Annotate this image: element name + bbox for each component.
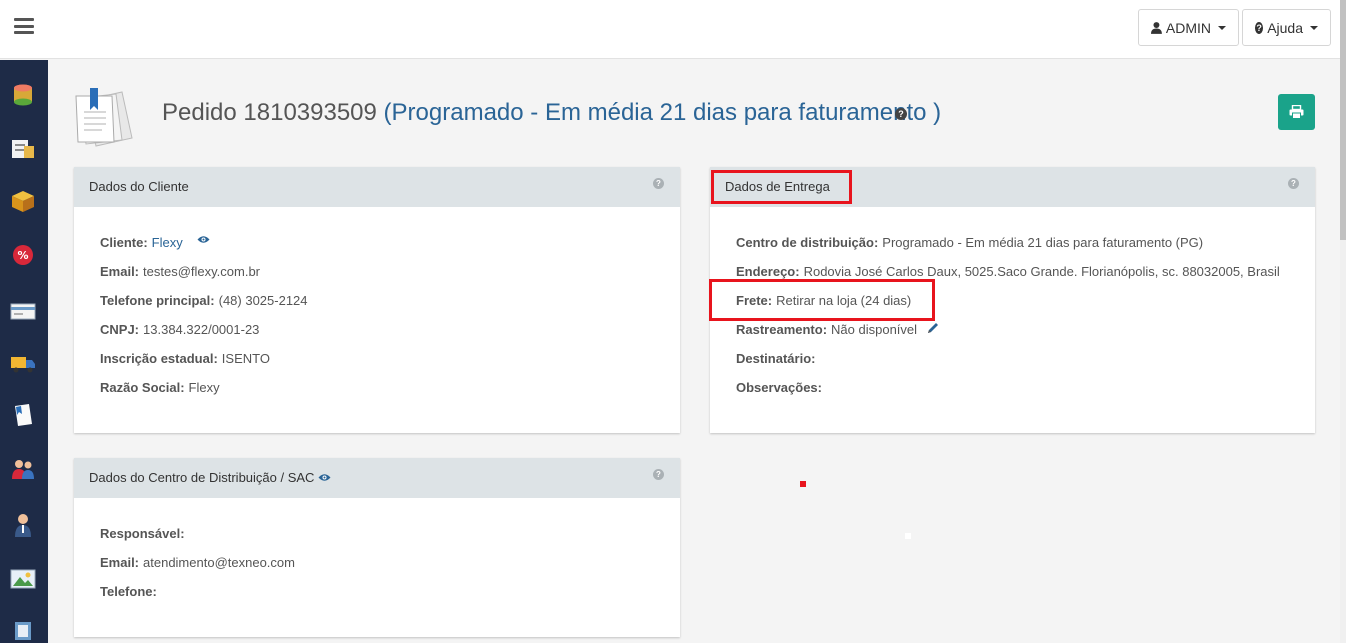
page-title: Pedido 1810393509 (Programado - Em média… — [162, 99, 941, 127]
admin-label: ADMIN — [1165, 19, 1211, 36]
panel-header: Dados do Centro de Distribuição / SAC ? — [74, 458, 680, 498]
banner-image-icon[interactable] — [10, 566, 36, 592]
distribution-center-row: Centro de distribuição: Programado - Em m… — [736, 235, 1204, 250]
panel-header: Dados do Cliente ? — [74, 167, 680, 207]
question-circle-icon[interactable]: ? — [653, 178, 664, 189]
customer-phone-row: Telefone principal: (48) 3025-2124 — [100, 293, 308, 308]
customer-state-registration-row: Inscrição estadual: ISENTO — [100, 351, 270, 366]
scrollbar-thumb[interactable] — [1340, 0, 1346, 240]
eye-icon[interactable] — [197, 235, 210, 244]
delivery-truck-icon[interactable] — [10, 350, 36, 376]
order-number: Pedido 1810393509 — [162, 99, 384, 126]
distribution-center-panel: Dados do Centro de Distribuição / SAC ? … — [74, 458, 680, 637]
observations-row: Observações: — [736, 380, 822, 395]
customer-name-row: Cliente: Flexy — [100, 235, 654, 264]
tracking-row: Rastreamento: Não disponível — [736, 322, 1289, 351]
recipient-row: Destinatário: — [736, 351, 816, 366]
user-icon — [1151, 21, 1162, 34]
print-button[interactable] — [1278, 94, 1315, 130]
box-icon[interactable] — [10, 188, 36, 214]
panel-title: Dados do Centro de Distribuição / SAC — [89, 470, 331, 485]
customer-cnpj-row: CNPJ: 13.384.322/0001-23 — [100, 322, 260, 337]
settings-icon[interactable] — [10, 618, 36, 643]
admin-dropdown-button[interactable]: ADMIN — [1138, 9, 1239, 46]
orders-document-icon[interactable] — [10, 402, 36, 428]
top-bar: ADMIN ? Ajuda — [0, 0, 1340, 59]
customer-email-row: Email: testes@flexy.com.br — [100, 264, 261, 279]
pencil-edit-icon[interactable] — [927, 322, 939, 334]
help-label: Ajuda — [1267, 19, 1303, 36]
svg-text:%: % — [17, 249, 28, 262]
payment-card-icon[interactable] — [10, 298, 36, 324]
eye-icon[interactable] — [318, 473, 331, 482]
hamburger-menu-icon[interactable] — [14, 18, 34, 34]
user-icon[interactable] — [10, 512, 36, 538]
order-status: (Programado - Em média 21 dias para fatu… — [383, 99, 942, 126]
question-circle-icon[interactable]: ? — [895, 108, 907, 120]
sac-email-row: Email: atendimento@texneo.com — [100, 555, 295, 570]
question-circle-icon[interactable]: ? — [653, 469, 664, 480]
discount-icon[interactable]: % — [10, 242, 36, 268]
annotation-dot — [800, 481, 806, 487]
scrollbar[interactable] — [1340, 0, 1346, 643]
question-circle-icon[interactable]: ? — [1288, 178, 1299, 189]
help-dropdown-button[interactable]: ? Ajuda — [1242, 9, 1331, 46]
caret-down-icon — [1310, 25, 1318, 30]
caret-down-icon — [1218, 25, 1226, 30]
panel-title: Dados do Cliente — [89, 179, 189, 194]
highlight-box-delivery-heading — [711, 170, 852, 204]
order-document-icon — [75, 88, 133, 147]
question-circle-icon: ? — [1255, 21, 1264, 34]
customer-company-name-row: Razão Social: Flexy — [100, 380, 220, 395]
sac-phone-row: Telefone: — [100, 584, 157, 599]
customer-data-panel: Dados do Cliente ? Cliente: Flexy Email: t… — [74, 167, 680, 433]
highlight-box-shipping — [709, 279, 935, 321]
print-icon — [1289, 105, 1304, 119]
customers-icon[interactable] — [10, 456, 36, 482]
sidebar: % — [0, 60, 48, 643]
products-icon[interactable] — [10, 136, 36, 162]
responsible-row: Responsável: — [100, 526, 185, 541]
database-icon[interactable] — [10, 82, 36, 108]
annotation-dot — [905, 533, 911, 539]
customer-name-link[interactable]: Flexy — [152, 235, 183, 250]
